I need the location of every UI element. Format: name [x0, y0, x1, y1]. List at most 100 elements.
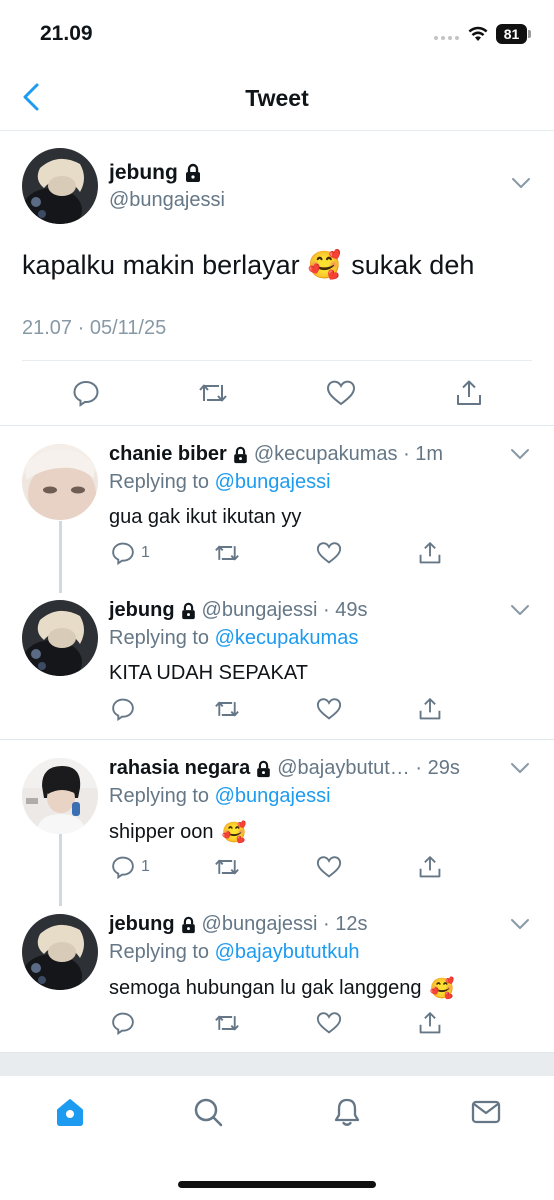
avatar[interactable] — [22, 148, 98, 224]
avatar[interactable] — [22, 444, 98, 520]
retweet-button[interactable] — [213, 694, 241, 724]
retweet-icon — [215, 859, 239, 875]
reply-time: 29s — [427, 757, 460, 779]
like-button[interactable] — [316, 694, 342, 724]
display-name[interactable]: rahasia negara — [109, 757, 250, 780]
tab-messages[interactable] — [466, 1092, 506, 1132]
share-button[interactable] — [418, 694, 442, 724]
replying-to-label: Replying to — [109, 785, 210, 807]
reply-tweet[interactable]: chanie biber @kecupakumas · 1m Replying … — [0, 426, 554, 582]
avatar[interactable] — [22, 600, 98, 676]
display-name[interactable]: jebung — [109, 161, 201, 185]
reply-icon — [112, 698, 134, 721]
share-button[interactable] — [418, 1008, 442, 1038]
mention-link[interactable]: @bungajessi — [215, 471, 331, 493]
reply-header: rahasia negara @bajaybutut… · 29s — [109, 757, 460, 780]
tweet-actions — [0, 375, 554, 411]
chevron-down-icon[interactable] — [510, 917, 530, 935]
like-button[interactable] — [316, 1008, 342, 1038]
display-name[interactable]: jebung — [109, 599, 175, 622]
reply-icon — [112, 1012, 134, 1035]
tab-home[interactable] — [50, 1092, 90, 1132]
retweet-icon — [199, 384, 227, 402]
share-button[interactable] — [418, 852, 442, 882]
reply-time: 12s — [335, 913, 368, 935]
reply-actions — [0, 694, 554, 724]
reply-tweet[interactable]: jebung @bungajessi · 12s Replying to @ba… — [0, 896, 554, 1052]
reply-button[interactable] — [111, 694, 135, 724]
reply-text: semoga hubungan lu gak langgeng 🥰 — [109, 976, 454, 1001]
retweet-button[interactable] — [213, 538, 241, 568]
like-icon — [316, 1012, 342, 1034]
reply-text-content: shipper oon — [109, 821, 214, 843]
tab-notifications[interactable] — [327, 1092, 367, 1132]
avatar[interactable] — [22, 914, 98, 990]
battery-level: 81 — [496, 24, 527, 44]
notifications-icon — [334, 1098, 360, 1126]
retweet-icon — [215, 545, 239, 561]
share-icon — [419, 1012, 441, 1034]
handle[interactable]: @bungajessi — [202, 599, 318, 622]
like-button[interactable] — [316, 538, 342, 568]
mention-link[interactable]: @kecupakumas — [215, 627, 359, 649]
reply-icon — [73, 380, 99, 407]
cellular-signal-icon — [434, 36, 460, 44]
reply-icon — [112, 856, 134, 879]
tweet-time: 21.07 — [22, 317, 73, 339]
smiling-face-with-hearts-emoji: 🥰 — [429, 978, 455, 1000]
reply-header: chanie biber @kecupakumas · 1m — [109, 443, 444, 466]
handle[interactable]: @bajaybutut… — [277, 757, 410, 780]
reply-text: shipper oon 🥰 — [109, 820, 246, 845]
reply-button[interactable]: 1 — [111, 538, 150, 568]
reply-count: 1 — [141, 544, 150, 561]
share-icon — [419, 698, 441, 720]
reply-text: KITA UDAH SEPAKAT — [109, 662, 308, 685]
handle[interactable]: @bungajessi — [202, 913, 318, 936]
share-button[interactable] — [418, 538, 442, 568]
reply-text-content: gua gak ikut ikutan yy — [109, 506, 302, 528]
retweet-icon — [215, 701, 239, 717]
reply-button[interactable]: 1 — [111, 852, 150, 882]
chevron-down-icon[interactable] — [511, 176, 531, 194]
avatar[interactable] — [22, 758, 98, 834]
chevron-down-icon[interactable] — [510, 603, 530, 621]
like-button[interactable] — [323, 375, 359, 411]
smiling-face-with-hearts-emoji: 🥰 — [221, 822, 247, 844]
reply-text: gua gak ikut ikutan yy — [109, 506, 301, 529]
messages-icon — [471, 1100, 501, 1124]
chevron-down-icon[interactable] — [510, 447, 530, 465]
tab-search[interactable] — [188, 1092, 228, 1132]
like-icon — [316, 542, 342, 564]
reply-time: 49s — [335, 599, 368, 621]
tweet-timestamp: 21.07 · 05/11/25 — [22, 317, 166, 340]
lock-icon — [181, 916, 196, 934]
share-button[interactable] — [451, 375, 487, 411]
retweet-button[interactable] — [213, 1008, 241, 1038]
page-title: Tweet — [245, 85, 309, 111]
reply-button[interactable] — [68, 375, 104, 411]
main-tweet[interactable]: jebung @bungajessi kapalku makin berlaya… — [0, 131, 554, 425]
replying-to: Replying to @kecupakumas — [109, 627, 358, 650]
status-time: 21.09 — [40, 22, 93, 45]
home-indicator — [178, 1181, 376, 1188]
reply-tweet[interactable]: rahasia negara @bajaybutut… · 29s Replyi… — [0, 740, 554, 896]
reply-actions: 1 — [0, 852, 554, 882]
reply-header: jebung @bungajessi · 12s — [109, 913, 368, 936]
mention-link[interactable]: @bajaybututkuh — [215, 941, 360, 963]
display-name[interactable]: chanie biber — [109, 443, 227, 466]
mention-link[interactable]: @bungajessi — [215, 785, 331, 807]
like-icon — [316, 856, 342, 878]
timeline-end-band — [0, 1052, 554, 1076]
retweet-button[interactable] — [195, 375, 231, 411]
reply-button[interactable] — [111, 1008, 135, 1038]
display-name[interactable]: jebung — [109, 913, 175, 936]
reply-tweet[interactable]: jebung @bungajessi · 49s Replying to @ke… — [0, 582, 554, 738]
lock-icon — [256, 760, 271, 778]
handle[interactable]: @bungajessi — [109, 189, 225, 212]
retweet-button[interactable] — [213, 852, 241, 882]
like-icon — [316, 698, 342, 720]
handle[interactable]: @kecupakumas — [254, 443, 398, 466]
chevron-down-icon[interactable] — [510, 761, 530, 779]
wifi-icon — [468, 26, 488, 47]
like-button[interactable] — [316, 852, 342, 882]
